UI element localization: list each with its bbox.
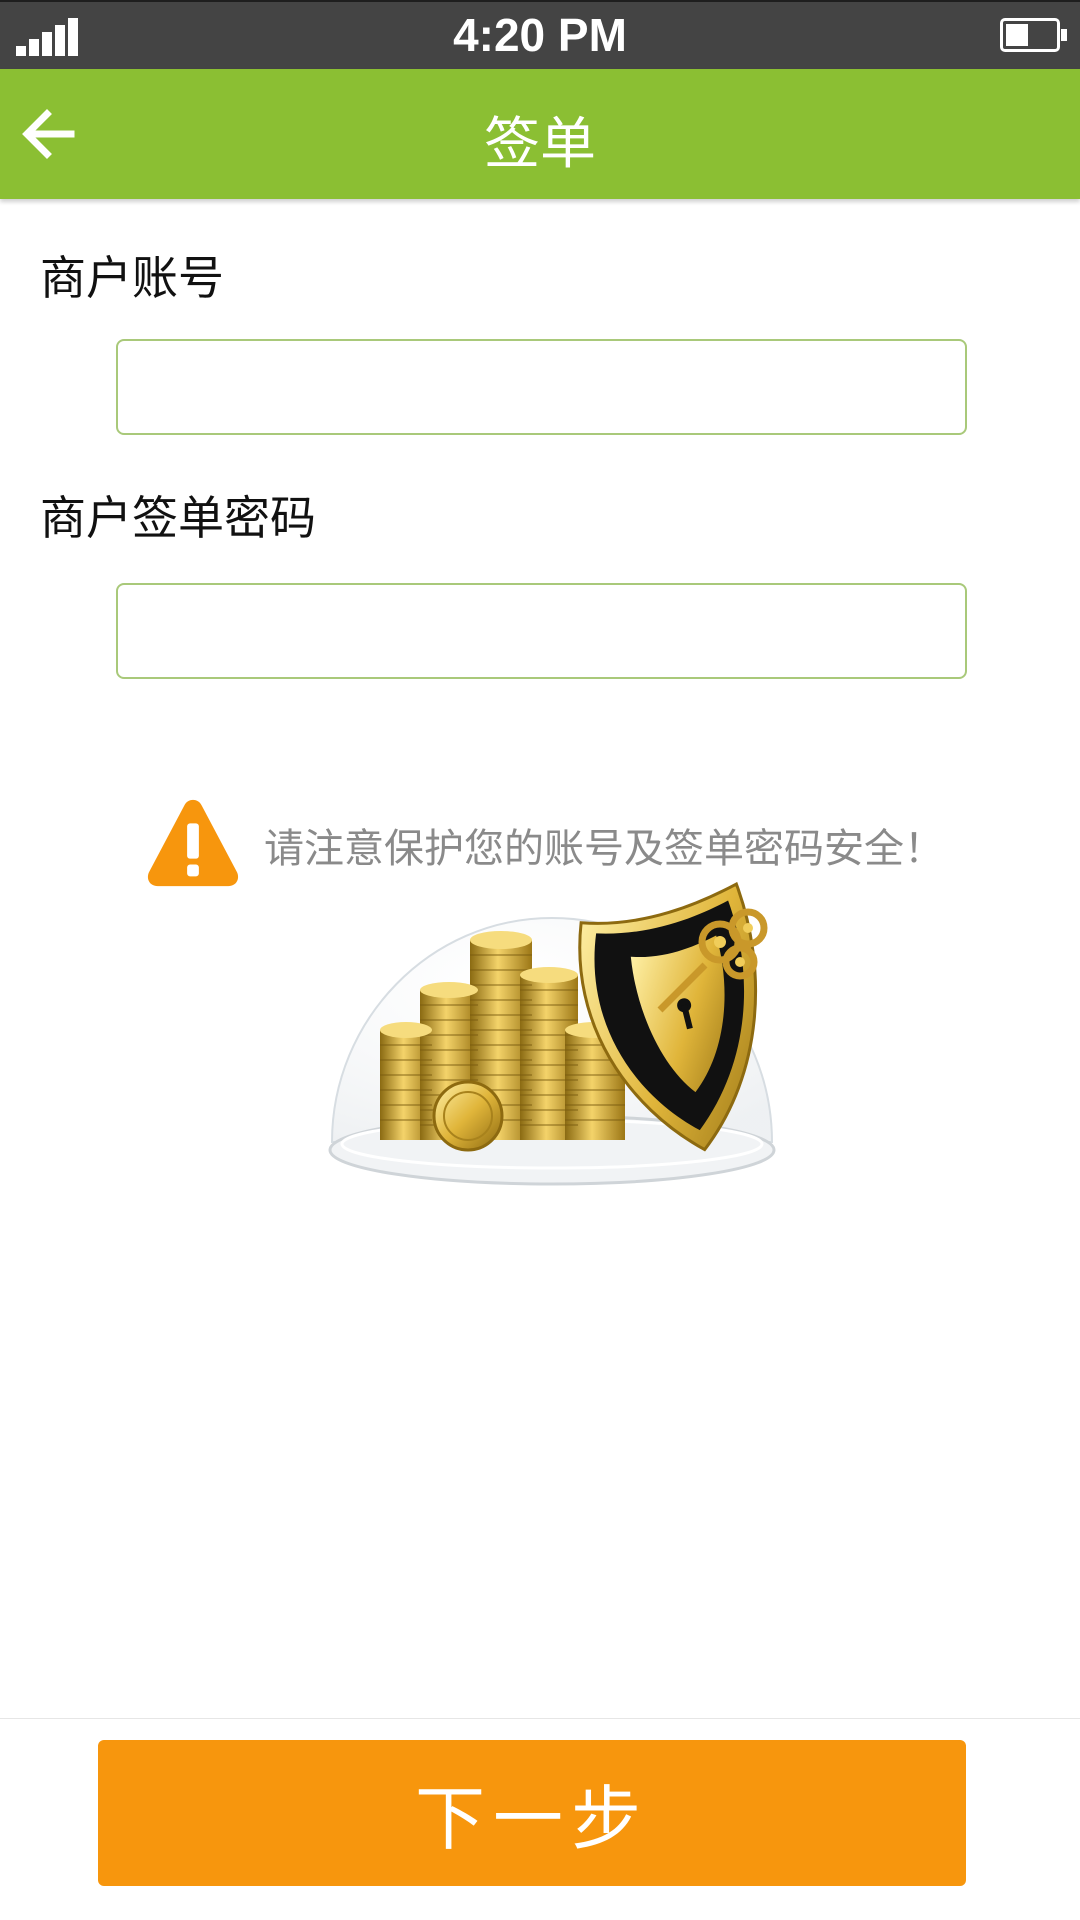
password-input[interactable] (116, 583, 967, 679)
status-bar: 4:20 PM (0, 0, 1080, 69)
account-input[interactable] (116, 339, 967, 435)
security-warning-text: 请注意保护您的账号及签单密码安全！ (264, 826, 944, 872)
next-step-button[interactable]: 下一步 (98, 1740, 966, 1886)
account-label: 商户账号 (40, 251, 224, 305)
app-header: 签单 (0, 69, 1080, 199)
password-label: 商户签单密码 (40, 491, 316, 545)
coins-shield-key-illustration (328, 881, 776, 1186)
battery-icon (1000, 18, 1070, 52)
warning-triangle-icon (147, 799, 239, 887)
footer-divider (0, 1718, 1080, 1719)
page-title: 签单 (484, 112, 596, 177)
status-time: 4:20 PM (453, 9, 627, 61)
